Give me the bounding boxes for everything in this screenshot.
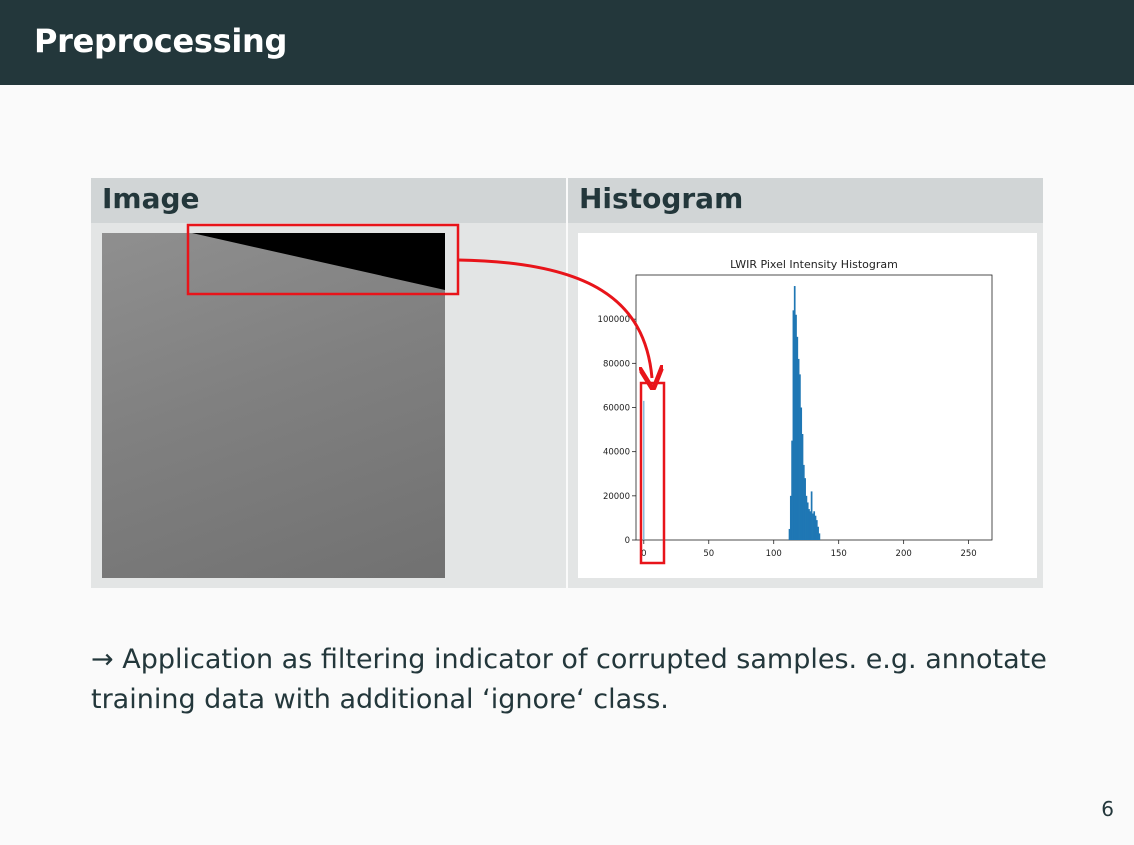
- page-number: 6: [1101, 797, 1114, 821]
- highlight-box-histogram: [639, 381, 666, 565]
- body-text-content: Application as filtering indicator of co…: [91, 644, 1047, 715]
- slide: Preprocessing Image Histogram LWIR Pixel…: [0, 0, 1134, 845]
- highlight-box-image: [186, 223, 460, 296]
- body-text: → Application as filtering indicator of …: [91, 640, 1051, 720]
- arrow-symbol: →: [91, 644, 114, 675]
- highlight-arrow: [457, 258, 652, 378]
